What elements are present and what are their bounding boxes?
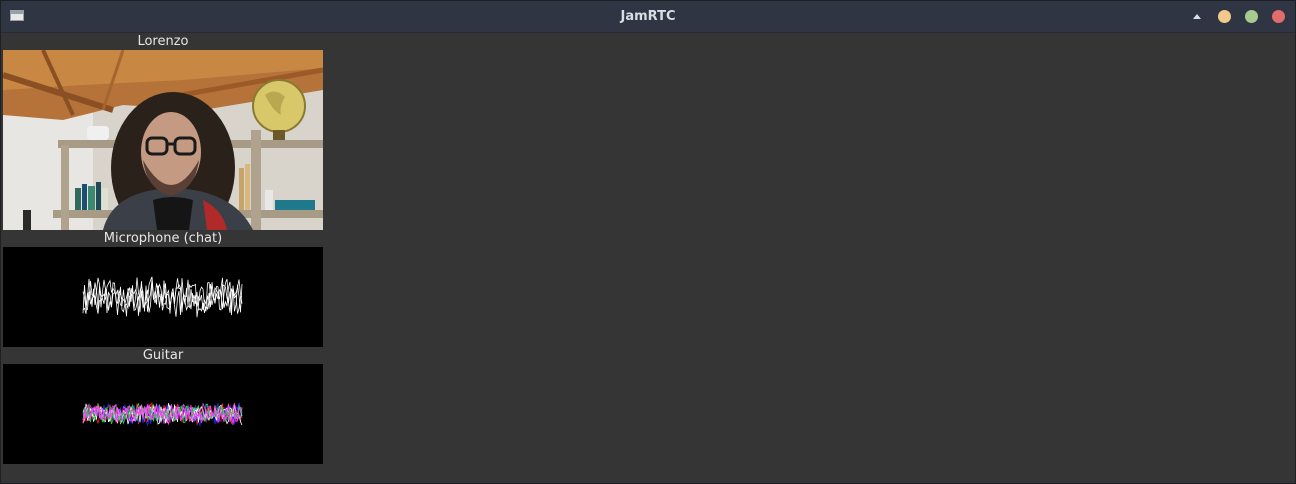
window-title: JamRTC: [620, 9, 676, 24]
participant-video: [3, 50, 323, 230]
microphone-stream-panel: Microphone (chat): [3, 230, 323, 347]
guitar-waveform-graphic: [82, 401, 243, 427]
guitar-stream-label: Guitar: [142, 348, 184, 363]
participant-name-label: Lorenzo: [137, 34, 189, 49]
app-window: JamRTC Lorenzo Microphone (chat) Guitar: [0, 0, 1296, 484]
guitar-waveform: [3, 364, 323, 464]
microphone-waveform-graphic: [82, 276, 243, 318]
microphone-waveform: [3, 247, 323, 347]
close-button[interactable]: [1272, 10, 1285, 23]
microphone-stream-label: Microphone (chat): [103, 231, 223, 246]
maximize-button[interactable]: [1245, 10, 1258, 23]
minimize-button[interactable]: [1218, 10, 1231, 23]
guitar-stream-panel: Guitar: [3, 347, 323, 464]
participant-video-panel: Lorenzo: [3, 33, 323, 230]
shade-arrow-icon[interactable]: [1193, 14, 1201, 19]
title-bar[interactable]: JamRTC: [1, 1, 1295, 33]
video-frame-illustration: [3, 50, 323, 230]
